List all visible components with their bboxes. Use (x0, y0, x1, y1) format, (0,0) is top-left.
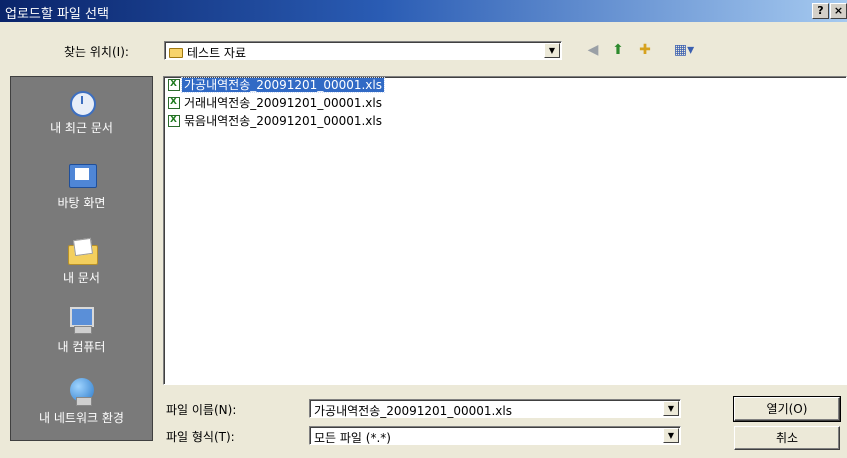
my-computer-icon (66, 304, 98, 336)
desktop-icon (66, 160, 98, 192)
lookin-dropdown[interactable]: 테스트 자료 ▼ (164, 41, 562, 60)
lookin-value: 테스트 자료 (187, 46, 247, 60)
place-recent-documents[interactable]: 내 최근 문서 (11, 85, 152, 136)
window-title: 업로드할 파일 선택 (5, 7, 109, 22)
lookin-label: 찾는 위치(I): (64, 45, 129, 59)
chevron-down-icon[interactable]: ▼ (663, 428, 679, 443)
up-folder-icon[interactable]: ⬆ (609, 41, 627, 59)
file-item[interactable]: 거래내역전송_20091201_00001.xls (168, 95, 384, 111)
filetype-select[interactable]: 모든 파일 (*.*) ▼ (309, 426, 681, 445)
close-button[interactable]: × (830, 3, 847, 19)
excel-file-icon (168, 113, 180, 128)
new-folder-icon[interactable]: ✚ (636, 41, 654, 59)
folder-icon (169, 48, 183, 58)
network-icon (66, 375, 98, 407)
view-menu-icon[interactable]: ▦▾ (670, 41, 698, 59)
filename-label: 파일 이름(N): (166, 403, 237, 417)
place-label: 내 네트워크 환경 (39, 411, 124, 425)
filename-input[interactable]: 가공내역전송_20091201_00001.xls ▼ (309, 399, 681, 418)
title-bar: 업로드할 파일 선택 ? × (0, 0, 847, 22)
file-list[interactable]: 가공내역전송_20091201_00001.xls 거래내역전송_2009120… (163, 76, 847, 385)
recent-documents-icon (66, 85, 98, 117)
place-network[interactable]: 내 네트워크 환경 (11, 375, 152, 426)
place-label: 바탕 화면 (57, 196, 106, 210)
back-icon[interactable]: ◀ (584, 41, 602, 59)
place-label: 내 문서 (63, 271, 100, 285)
place-label: 내 최근 문서 (50, 121, 113, 135)
file-item[interactable]: 가공내역전송_20091201_00001.xls (168, 77, 385, 93)
filename-value: 가공내역전송_20091201_00001.xls (314, 404, 512, 418)
excel-file-icon (168, 95, 180, 110)
open-button[interactable]: 열기(O) (733, 396, 841, 422)
place-my-documents[interactable]: 내 문서 (11, 235, 152, 286)
filetype-label: 파일 형식(T): (166, 430, 235, 444)
excel-file-icon (168, 77, 180, 92)
chevron-down-icon[interactable]: ▼ (663, 401, 679, 416)
cancel-button[interactable]: 취소 (734, 426, 840, 450)
file-item[interactable]: 묶음내역전송_20091201_00001.xls (168, 113, 384, 129)
place-desktop[interactable]: 바탕 화면 (11, 160, 152, 211)
filetype-value: 모든 파일 (*.*) (314, 431, 391, 445)
chevron-down-icon[interactable]: ▼ (544, 43, 560, 58)
my-documents-icon (66, 235, 98, 267)
place-my-computer[interactable]: 내 컴퓨터 (11, 304, 152, 355)
help-button[interactable]: ? (812, 3, 829, 19)
place-label: 내 컴퓨터 (57, 340, 106, 354)
places-bar: 내 최근 문서 바탕 화면 내 문서 내 컴퓨터 내 네트워크 환경 (10, 76, 153, 441)
